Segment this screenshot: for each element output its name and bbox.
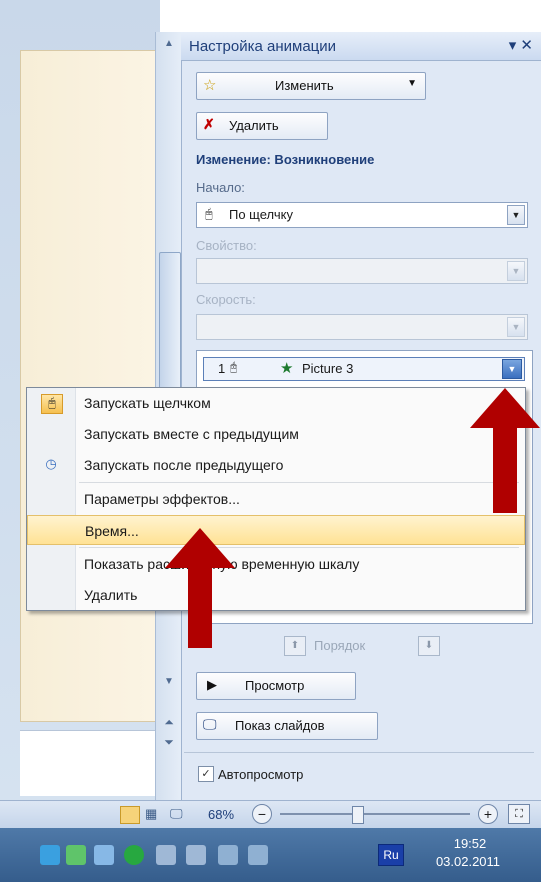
play-button-label: Просмотр [245, 678, 305, 693]
flag-icon[interactable] [156, 845, 176, 865]
move-down-icon[interactable]: ⬇ [418, 636, 440, 656]
property-label: Свойство: [196, 238, 257, 253]
menu-item-effect-options[interactable]: Параметры эффектов... [27, 484, 525, 514]
menu-item-label: Запускать щелчком [84, 395, 211, 411]
chevron-down-icon: ▼ [407, 78, 417, 89]
zoom-in-icon[interactable]: + [478, 804, 498, 824]
zoom-slider[interactable] [280, 813, 470, 815]
menu-separator [79, 547, 519, 548]
menu-item-label: Запускать вместе с предыдущим [84, 426, 299, 442]
status-bar: ▦ 🖵 68% − + ⛶ [0, 800, 541, 829]
speed-select: ▼ [196, 314, 528, 340]
effect-name: Picture 3 [302, 361, 354, 376]
play-icon: ▶ [207, 677, 217, 692]
signal-icon[interactable] [218, 845, 238, 865]
slideshow-icon: 🖵 [203, 716, 217, 732]
menu-item-timing[interactable]: Время... [27, 515, 525, 545]
divider [184, 752, 534, 753]
start-label: Начало: [196, 180, 245, 195]
context-menu: 🖰 Запускать щелчком Запускать вместе с п… [26, 387, 526, 611]
prev-slide-icon[interactable]: ⏶ [156, 712, 182, 732]
star-icon: ☆ [203, 77, 217, 94]
menu-item-label: Запускать после предыдущего [84, 457, 284, 473]
normal-view-icon[interactable] [120, 806, 140, 824]
effect-order: 1 [218, 361, 226, 376]
pane-title: Настройка анимации [189, 38, 337, 55]
menu-item-remove[interactable]: Удалить [27, 580, 525, 610]
chevron-down-icon: ▼ [507, 317, 525, 337]
menu-separator [79, 482, 519, 483]
start-select[interactable]: 🖰 По щелчку ▼ [196, 202, 528, 228]
speed-label: Скорость: [196, 292, 256, 307]
property-select: ▼ [196, 258, 528, 284]
pane-controls[interactable]: ▾ ✕ [509, 36, 533, 54]
slide-canvas[interactable] [20, 50, 157, 722]
remove-effect-label: Удалить [229, 118, 279, 133]
annotation-arrow-right [470, 388, 540, 513]
list-item[interactable]: 1 🖰 ★ Picture 3 ▼ [203, 357, 525, 381]
menu-item-start-with-previous[interactable]: Запускать вместе с предыдущим [27, 419, 525, 449]
remove-effect-button[interactable]: ✗ Удалить [196, 112, 328, 140]
move-up-icon[interactable]: ⬆ [284, 636, 306, 656]
slideshow-view-icon[interactable]: 🖵 [170, 806, 183, 822]
effect-heading: Изменение: Возникновение [196, 152, 375, 167]
volume-icon[interactable] [248, 845, 268, 865]
device-icon[interactable] [186, 845, 206, 865]
arrow-up-icon [470, 388, 540, 513]
pane-title-bar: Настройка анимации ▾ ✕ [181, 32, 541, 61]
change-effect-label: Изменить [275, 78, 334, 93]
scroll-up-icon[interactable]: ▲ [156, 34, 182, 54]
mouse-click-icon: 🖰 [230, 360, 238, 374]
menu-item-show-advanced-timeline[interactable]: Показать расширенную временную шкалу [27, 549, 525, 579]
network-icon[interactable] [40, 845, 60, 865]
start-select-value: По щелчку [229, 207, 293, 222]
mouse-click-icon: 🖰 [41, 394, 63, 414]
slideshow-button[interactable]: 🖵 Показ слайдов [196, 712, 378, 740]
scroll-down-icon[interactable]: ▼ [156, 672, 182, 692]
annotation-arrow-center [165, 528, 235, 648]
chevron-down-icon[interactable]: ▼ [507, 205, 525, 225]
taskbar: Ru 19:52 03.02.2011 [0, 828, 541, 882]
slideshow-button-label: Показ слайдов [235, 718, 325, 733]
mouse-click-icon: 🖰 [205, 206, 213, 221]
play-button[interactable]: ▶ Просмотр [196, 672, 356, 700]
chevron-down-icon: ▼ [507, 261, 525, 281]
next-slide-icon[interactable]: ⏷ [156, 732, 182, 752]
arrow-up-icon [165, 528, 235, 648]
slide-sorter-icon[interactable]: ▦ [145, 806, 157, 822]
change-effect-button[interactable]: ☆ Изменить ▼ [196, 72, 426, 100]
autopreview-label: Автопросмотр [218, 767, 304, 782]
remove-icon: ✗ [203, 116, 215, 132]
fit-to-window-icon[interactable]: ⛶ [508, 804, 530, 824]
menu-item-start-after-previous[interactable]: ◷ Запускать после предыдущего [27, 450, 525, 480]
clock-time[interactable]: 19:52 [440, 836, 500, 851]
menu-item-label: Время... [85, 523, 139, 539]
clock-icon: ◷ [45, 456, 57, 471]
icq-icon[interactable] [124, 845, 144, 865]
zoom-level[interactable]: 68% [208, 807, 234, 822]
menu-item-start-on-click[interactable]: 🖰 Запускать щелчком [27, 388, 525, 418]
zoom-slider-thumb[interactable] [352, 806, 364, 824]
chevron-down-icon[interactable]: ▼ [502, 359, 522, 379]
clock-date[interactable]: 03.02.2011 [418, 854, 518, 869]
app-icon[interactable] [66, 845, 86, 865]
menu-item-label: Удалить [84, 587, 138, 603]
mail-icon[interactable] [94, 845, 114, 865]
autopreview-checkbox[interactable]: ✓ [198, 766, 214, 782]
language-indicator[interactable]: Ru [378, 844, 404, 866]
star-icon: ★ [280, 360, 294, 377]
reorder-label: Порядок [314, 638, 366, 653]
zoom-out-icon[interactable]: − [252, 804, 272, 824]
menu-item-label: Параметры эффектов... [84, 491, 240, 507]
notes-pane[interactable] [20, 730, 160, 796]
